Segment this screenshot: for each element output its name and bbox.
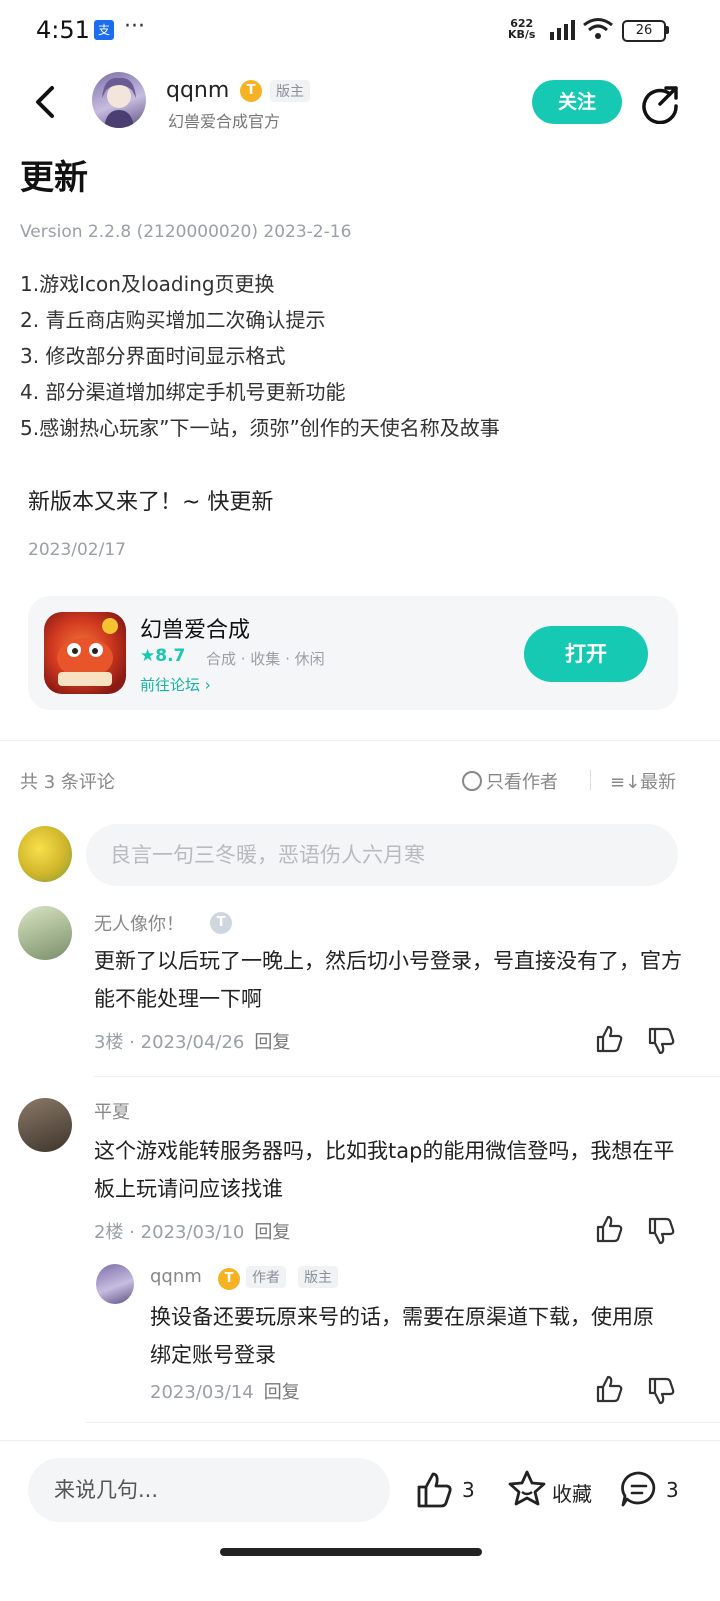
comment-icon[interactable] [618,1468,660,1510]
comment-meta: 3楼 · 2023/04/26 回复 [94,1032,291,1053]
comment-count-bottom: 3 [666,1478,679,1502]
game-card[interactable]: 幻兽爱合成 ★8.7 合成 · 收集 · 休闲 前往论坛 › 打开 [28,596,678,710]
more-notifications-icon: ··· [124,14,145,39]
comment-count: 共 3 条评论 [20,772,115,793]
battery-tip [666,26,669,34]
note-item: 3. 修改部分界面时间显示格式 [20,344,286,368]
reply-input[interactable] [28,1458,390,1522]
commenter-avatar[interactable] [18,1098,72,1152]
star-icon[interactable] [506,1468,548,1510]
game-rating: ★8.7 [140,646,186,666]
moderator-tag: 版主 [298,1266,338,1288]
radio-icon [462,771,482,791]
share-icon[interactable] [640,84,680,124]
my-avatar [18,826,72,882]
game-tags: 合成 · 收集 · 休闲 [206,650,325,668]
level-badge: T [240,80,262,102]
replier-name[interactable]: qqnm [150,1266,202,1287]
thumbs-down-icon[interactable] [646,1376,676,1406]
favorite-label[interactable]: 收藏 [552,1478,592,1507]
forum-link[interactable]: 前往论坛 › [140,674,211,695]
thumbs-down-icon[interactable] [646,1026,676,1056]
status-time: 4:51 [36,16,90,44]
author-tag: 作者 [246,1266,286,1288]
alipay-icon: 支 [94,20,114,40]
post-body: 新版本又来了！~ 快更新 [28,490,274,515]
status-bar: 4:51 支 ··· 622 KB/s 26 [0,0,720,60]
open-game-button[interactable]: 打开 [524,626,648,682]
author-only-toggle[interactable]: 只看作者 [462,768,558,794]
level-badge: T [218,1268,240,1290]
level-badge: T [210,912,232,934]
chevron-right-icon: › [204,676,211,694]
commenter-avatar[interactable] [18,906,72,960]
follow-button[interactable]: 关注 [532,80,622,124]
comment-divider [86,1422,720,1423]
note-item: 1.游戏Icon及loading页更换 [20,272,275,296]
game-name: 幻兽爱合成 [140,618,251,643]
like-icon[interactable] [414,1470,454,1510]
sort-toggle[interactable]: ≡↓最新 [610,768,676,794]
separator [590,770,591,790]
network-speed: 622 KB/s [508,17,536,41]
thumbs-down-icon[interactable] [646,1216,676,1246]
comment-divider [94,1076,720,1077]
comment-input[interactable] [86,824,678,886]
reply-button[interactable]: 回复 [254,1032,290,1053]
commenter-name[interactable]: 无人像你！ [94,910,184,936]
bottom-divider [0,1440,720,1441]
back-arrow-icon[interactable] [30,82,66,122]
thumbs-up-icon[interactable] [594,1214,624,1244]
replier-avatar[interactable] [96,1264,134,1304]
post-version: Version 2.2.8 (2120000020) 2023-2-16 [20,222,352,242]
reply-button[interactable]: 回复 [264,1382,300,1403]
moderator-tag: 版主 [270,80,310,102]
author-subtitle: 幻兽爱合成官方 [168,112,281,131]
battery-icon: 26 [622,20,666,42]
comment-text: 这个游戏能转服务器吗，比如我tap的能用微信登吗，我想在平板上玩请问应该找谁 [94,1139,675,1201]
thumbs-up-icon[interactable] [594,1024,624,1054]
wifi-icon [583,18,613,39]
home-indicator [220,1548,482,1556]
update-notes: 1.游戏Icon及loading页更换 2. 青丘商店购买增加二次确认提示 3.… [20,266,500,446]
like-count: 3 [462,1478,475,1502]
commenter-name[interactable]: 平夏 [94,1098,130,1124]
author-name[interactable]: qqnm [166,78,229,103]
comment-meta: 2楼 · 2023/03/10 回复 [94,1222,291,1243]
post-title: 更新 [20,158,88,198]
signal-icon [550,20,575,40]
comment-text: 更新了以后玩了一晚上，然后切小号登录，号直接没有了，官方能不能处理一下啊 [94,949,682,1011]
reply-text: 换设备还要玩原来号的话，需要在原渠道下载，使用原绑定账号登录 [150,1305,654,1367]
sort-icon: ≡↓ [610,772,641,793]
post-date: 2023/02/17 [28,540,126,560]
reply-button[interactable]: 回复 [254,1222,290,1243]
game-icon [44,612,126,694]
note-item: 4. 部分渠道增加绑定手机号更新功能 [20,380,346,404]
author-avatar[interactable] [92,72,146,128]
section-divider [0,740,720,741]
note-item: 2. 青丘商店购买增加二次确认提示 [20,308,326,332]
note-item: 5.感谢热心玩家”下一站，须弥”创作的天使名称及故事 [20,416,500,440]
reply-meta: 2023/03/14 回复 [150,1382,300,1403]
thumbs-up-icon[interactable] [594,1374,624,1404]
